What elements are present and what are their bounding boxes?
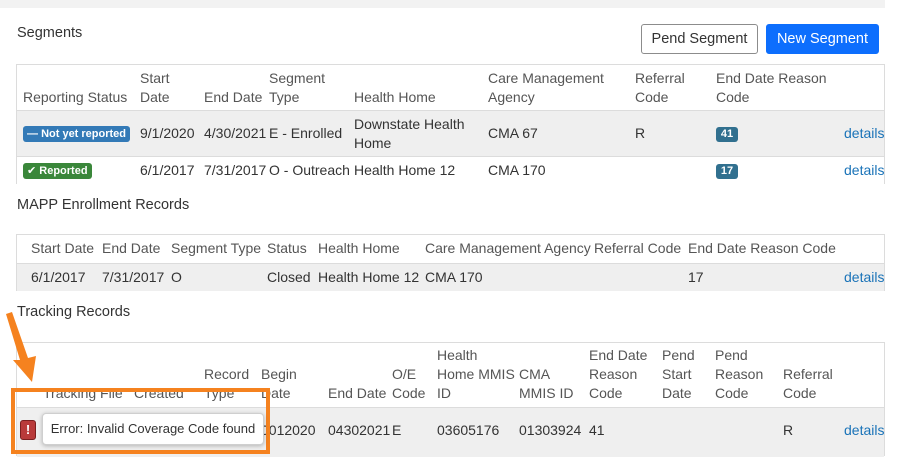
- status-badge: ✔ Reported: [23, 163, 92, 179]
- error-tooltip: Error: Invalid Coverage Code found: [42, 413, 264, 445]
- col-oe: O/E: [392, 366, 417, 382]
- reason-code: 41: [589, 422, 605, 438]
- oe-code: E: [392, 422, 402, 438]
- cma: CMA 67: [488, 125, 538, 141]
- cma-mmis-id: 01303924: [519, 422, 582, 438]
- details-link[interactable]: details: [844, 268, 884, 287]
- details-link[interactable]: details: [844, 124, 884, 143]
- details-link[interactable]: details: [844, 421, 884, 440]
- col-referral: Referral: [783, 366, 833, 382]
- col-end-date: End Date: [328, 385, 387, 401]
- col-cma-2: Agency: [488, 89, 535, 105]
- col-end-date: End Date: [102, 240, 161, 256]
- col-referral: Referral: [635, 70, 685, 86]
- col-cma-mmis-2: MMIS ID: [519, 385, 574, 401]
- col-referral-2: Code: [783, 385, 817, 401]
- col-pend-reason: Pend: [715, 347, 748, 363]
- referral-code: R: [635, 125, 646, 141]
- error-icon[interactable]: !: [20, 420, 36, 440]
- segments-table: Reporting Status Start Date End Date Seg…: [16, 64, 885, 184]
- col-segment-type: Segment Type: [171, 240, 262, 256]
- col-pend-reason-2: Reason: [715, 366, 764, 382]
- referral-code: R: [783, 422, 794, 438]
- col-start-date: Start Date: [31, 240, 95, 256]
- check-icon: ✔: [27, 165, 37, 177]
- health-home: Downstate Health: [354, 116, 465, 132]
- col-pend-start: Pend: [662, 347, 695, 363]
- health-home: Health Home 12: [354, 162, 456, 178]
- new-segment-button[interactable]: New Segment: [766, 24, 879, 54]
- health-home: Health Home 12: [318, 269, 420, 285]
- end-date: 7/31/2017: [102, 269, 165, 285]
- col-cma: Care Management: [488, 70, 604, 86]
- end-date: 04302021: [328, 422, 391, 438]
- details-link[interactable]: details: [844, 161, 884, 180]
- col-pend-start-2: Start: [662, 366, 692, 382]
- col-health-home: Health Home: [318, 240, 400, 256]
- annotation-arrow-icon: [6, 312, 36, 382]
- arrow-shape: [6, 312, 36, 382]
- cma: CMA 170: [488, 162, 546, 178]
- reason-code: 17: [688, 269, 704, 285]
- col-oe-2: Code: [392, 385, 426, 401]
- col-hh-mmis-2: Home MMIS: [437, 366, 515, 382]
- segment-type: O: [171, 269, 182, 285]
- table-row: ✔ Reported 6/1/2017 7/31/2017 O - Outrea…: [17, 156, 884, 184]
- segment-type: E - Enrolled: [269, 125, 343, 141]
- col-hh-mmis: Health: [437, 347, 478, 363]
- status: Closed: [267, 269, 311, 285]
- col-start-2: Date: [140, 89, 170, 105]
- col-cma: Care Management Agency: [425, 240, 591, 256]
- table-row: — Not yet reported 9/1/2020 4/30/2021 E …: [17, 110, 884, 156]
- start-date: 6/1/2017: [31, 269, 86, 285]
- col-cma-mmis: CMA: [519, 366, 551, 382]
- col-end-date: End Date: [204, 89, 263, 105]
- col-start: Start: [140, 70, 170, 86]
- col-edr: End Date: [589, 347, 648, 363]
- hh-mmis-id: 03605176: [437, 422, 500, 438]
- col-segment: Segment: [269, 70, 326, 86]
- start-date: 9/1/2020: [140, 125, 195, 141]
- col-edr-3: Code: [589, 385, 623, 401]
- table-row: 6/1/2017 7/31/2017 O Closed Health Home …: [17, 263, 884, 291]
- end-date: 7/31/2017: [204, 162, 267, 178]
- col-reporting-status: Reporting Status: [23, 89, 128, 105]
- col-begin: Begin: [261, 366, 297, 382]
- status-badge: — Not yet reported: [23, 126, 131, 142]
- reason-badge: 41: [716, 127, 738, 142]
- col-edr: End Date Reason: [716, 70, 827, 86]
- col-edr: End Date Reason Code: [688, 240, 836, 256]
- col-referral-code: Referral Code: [594, 240, 682, 256]
- health-home-2: Home: [354, 135, 392, 151]
- col-referral-2: Code: [635, 89, 669, 105]
- pend-segment-button[interactable]: Pend Segment: [641, 24, 758, 54]
- cma: CMA 170: [425, 269, 483, 285]
- col-edr-2: Reason: [589, 366, 638, 382]
- col-status: Status: [267, 240, 307, 256]
- mapp-table: Start Date End Date Segment Type Status …: [16, 234, 885, 291]
- col-hh-mmis-3: ID: [437, 385, 451, 401]
- start-date: 6/1/2017: [140, 162, 195, 178]
- col-pend-start-3: Date: [662, 385, 692, 401]
- end-date: 4/30/2021: [204, 125, 267, 141]
- top-bar: [0, 0, 885, 8]
- segments-heading: Segments: [17, 25, 83, 41]
- col-health-home: Health Home: [354, 89, 436, 105]
- col-edr-2: Code: [716, 89, 750, 105]
- segment-type: O - Outreach: [269, 162, 350, 178]
- minus-icon: —: [27, 128, 38, 140]
- col-pend-reason-3: Code: [715, 385, 749, 401]
- col-record: Record: [204, 366, 250, 382]
- reason-badge: 17: [716, 164, 738, 179]
- mapp-heading: MAPP Enrollment Records: [17, 197, 190, 213]
- col-segment-2: Type: [269, 89, 300, 105]
